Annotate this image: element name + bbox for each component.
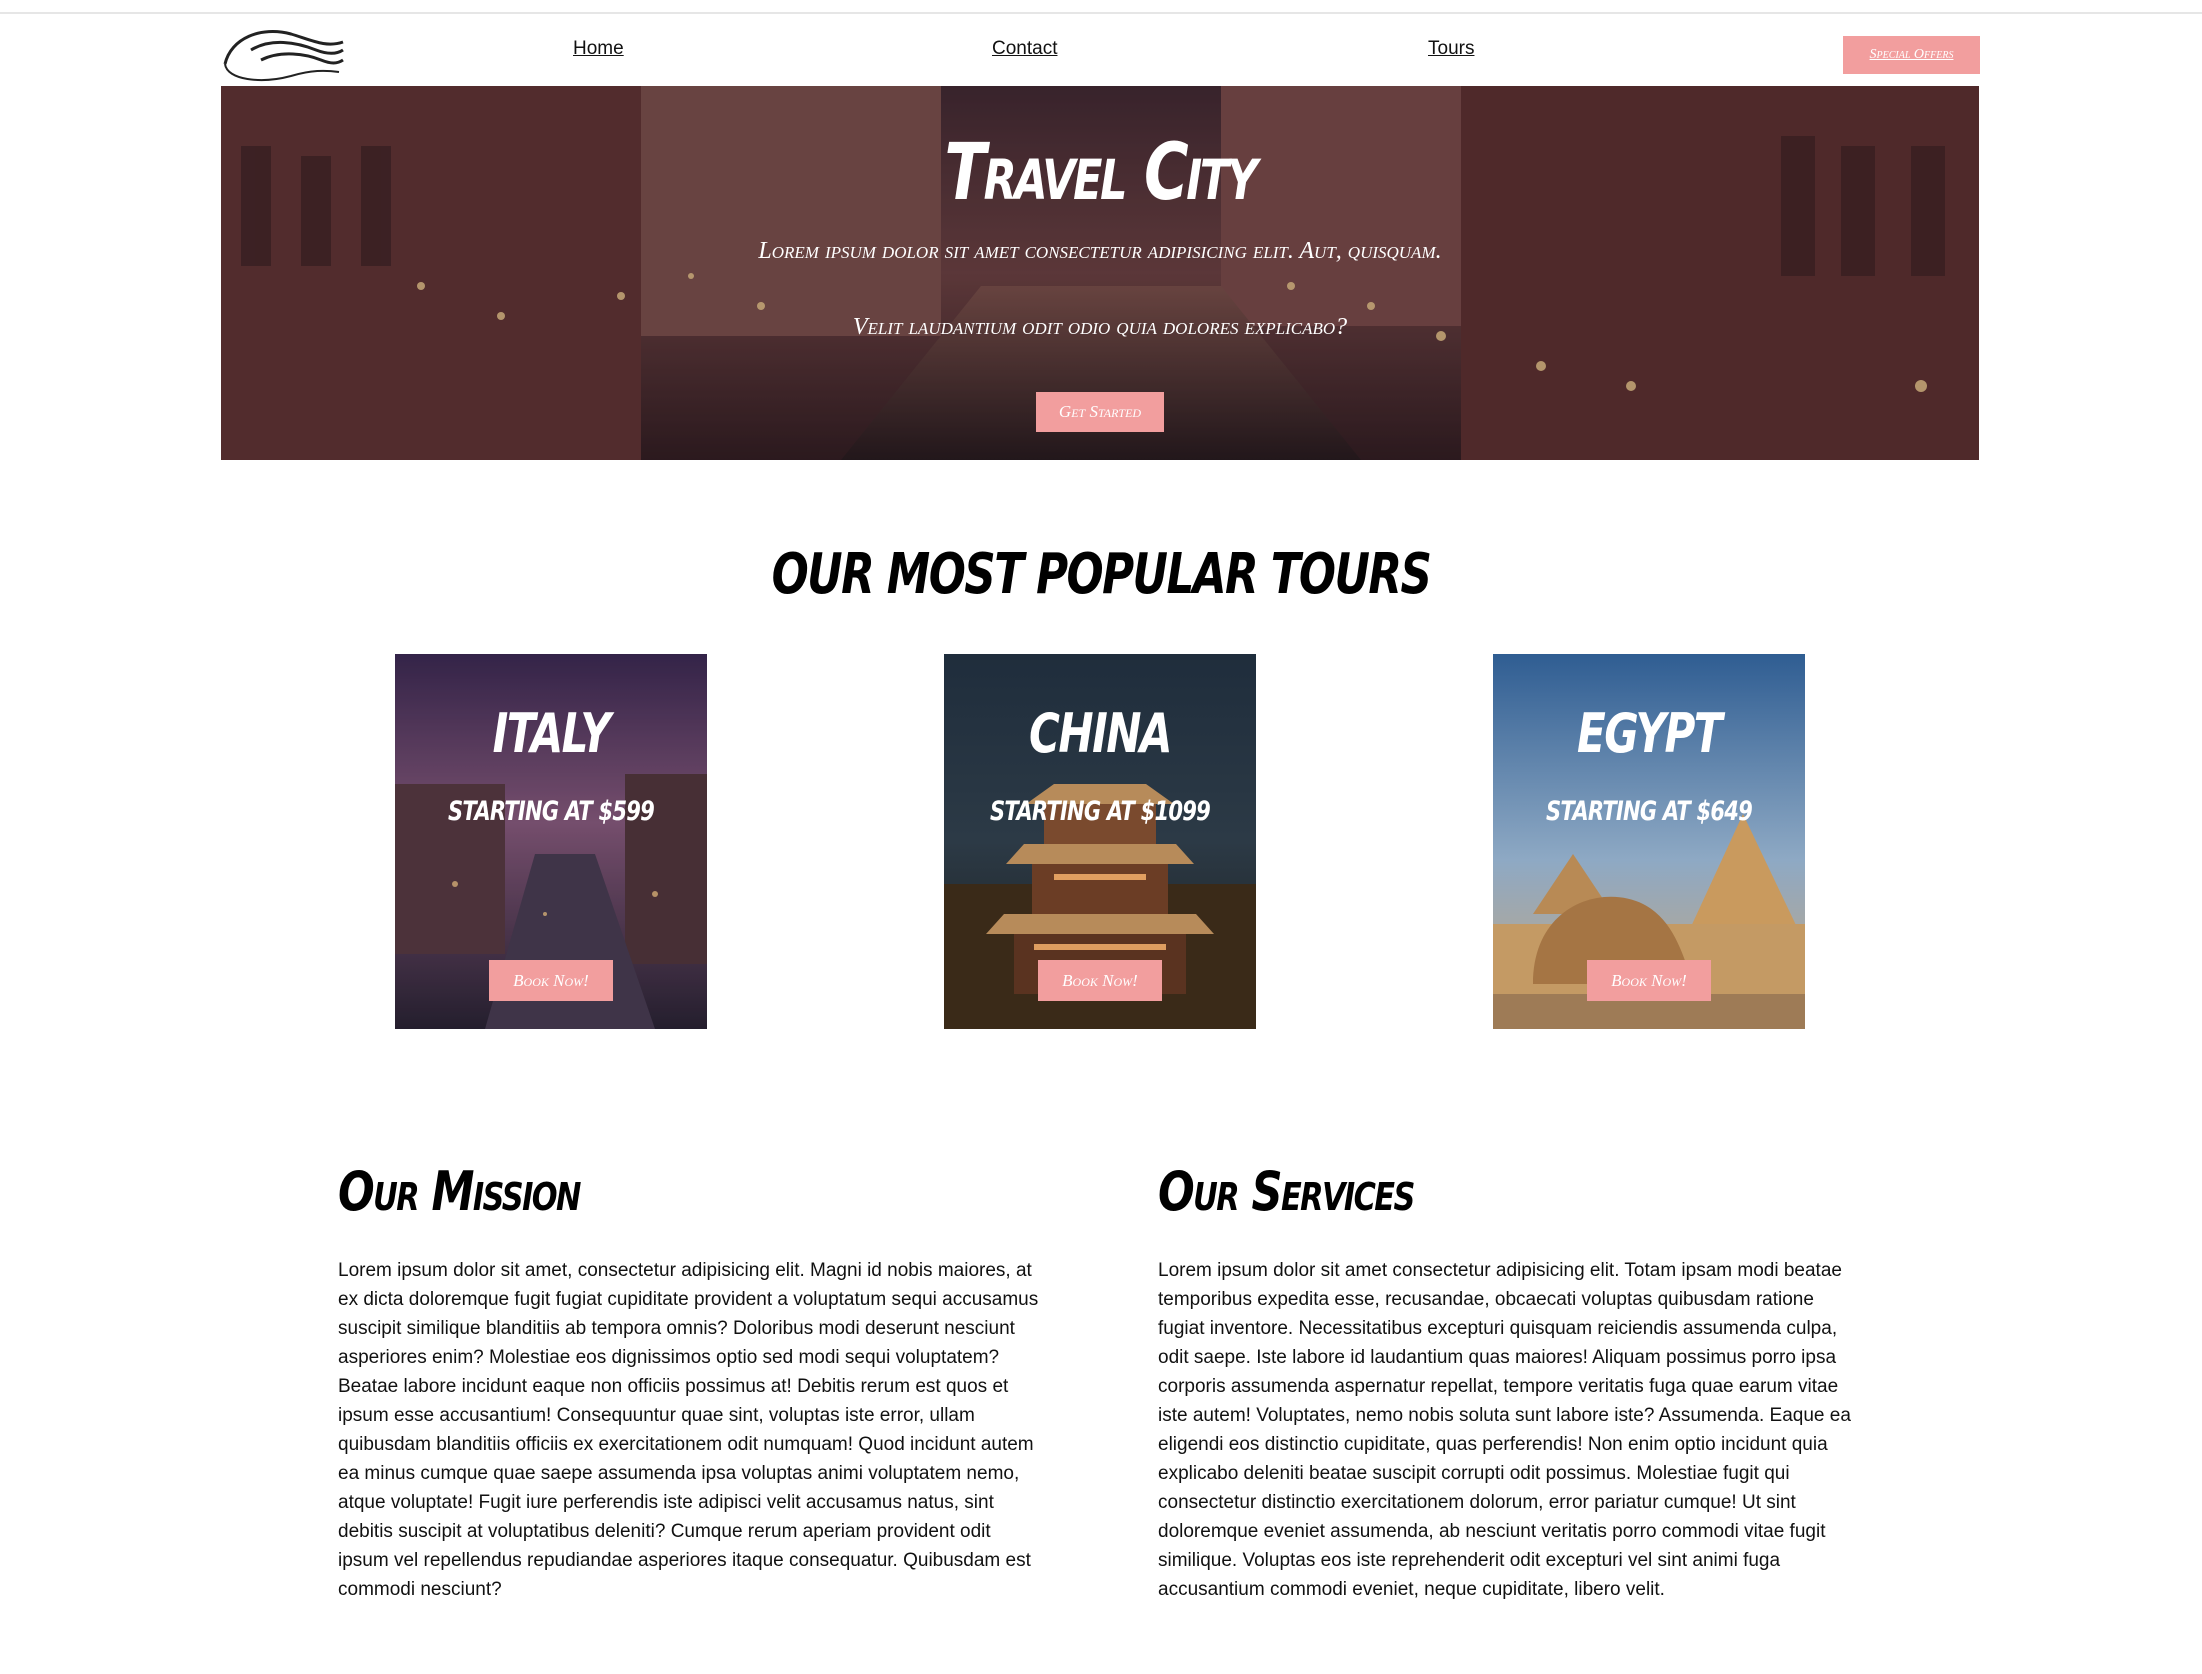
tour-name: CHINA (1029, 702, 1172, 765)
nav-link-home[interactable]: Home (573, 38, 624, 60)
navbar: Home Contact Tours Special Offers (221, 18, 1980, 86)
mission-title: Our Mission (338, 1160, 581, 1223)
top-divider (0, 12, 2202, 14)
services-text: Lorem ipsum dolor sit amet consectetur a… (1158, 1260, 1851, 1600)
hero-banner: Travel City Lorem ipsum dolor sit amet c… (221, 86, 1979, 460)
tour-card-egypt: EGYPT STARTING AT $649 Book Now! (1493, 654, 1805, 1029)
book-now-button[interactable]: Book Now! (1587, 960, 1711, 1001)
mission-text: Lorem ipsum dolor sit amet, consectetur … (338, 1260, 1039, 1600)
nav-link-tours[interactable]: Tours (1428, 38, 1474, 60)
book-now-button[interactable]: Book Now! (489, 960, 613, 1001)
tour-card-italy: ITALY STARTING AT $599 Book Now! (395, 654, 707, 1029)
tour-price: STARTING AT $1099 (990, 796, 1211, 827)
tour-name: EGYPT (1577, 702, 1723, 765)
tour-card-china: CHINA STARTING AT $1099 Book Now! (944, 654, 1256, 1029)
tours-heading: OUR MOST POPULAR TOURS (771, 542, 1432, 607)
hero-subtitle-line2: Velit laudantium odit odio quia dolores … (852, 314, 1348, 340)
tour-price: STARTING AT $599 (447, 796, 655, 827)
hero-subtitle-line1: Lorem ipsum dolor sit amet consectetur a… (758, 238, 1442, 264)
services-title: Our Services (1158, 1160, 1415, 1223)
nav-link-contact[interactable]: Contact (992, 38, 1057, 60)
get-started-button[interactable]: Get Started (1036, 392, 1164, 432)
hero-title: Travel City (944, 128, 1257, 218)
tour-name: ITALY (492, 702, 611, 765)
wave-logo[interactable] (221, 20, 345, 86)
tour-price: STARTING AT $649 (1545, 796, 1753, 827)
book-now-button[interactable]: Book Now! (1038, 960, 1162, 1001)
special-offers-button[interactable]: Special Offers (1843, 36, 1980, 74)
